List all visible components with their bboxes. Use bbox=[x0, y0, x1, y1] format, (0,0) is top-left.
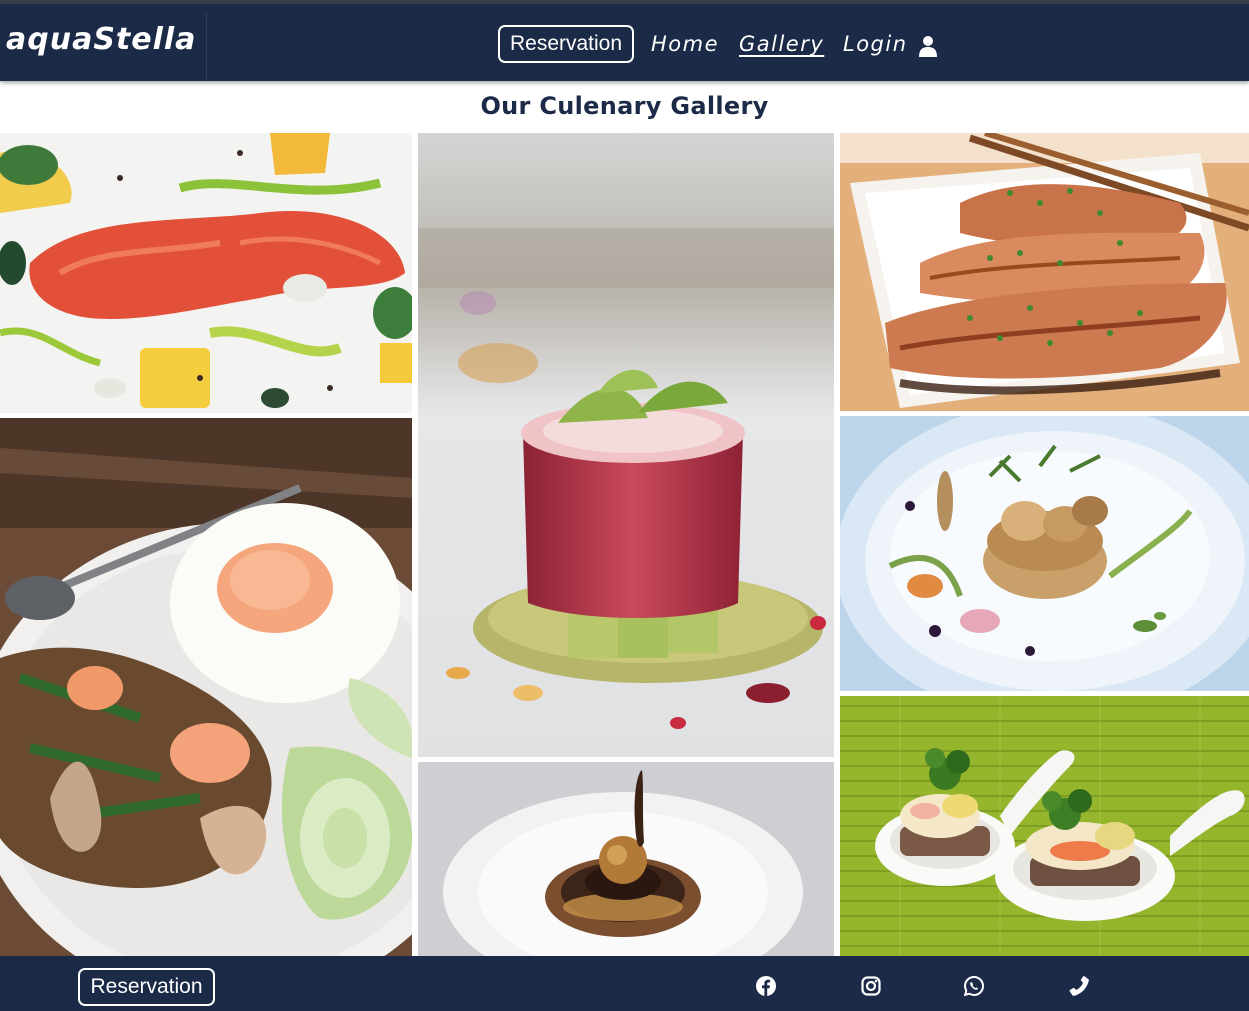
gallery-image-chocolate-dessert[interactable] bbox=[418, 762, 834, 956]
tuna-tower-image bbox=[418, 133, 834, 757]
gallery-image-scallop-plate[interactable] bbox=[840, 416, 1249, 691]
egg-shrimp-plate-image bbox=[0, 418, 412, 956]
footer-reservation-button[interactable]: Reservation bbox=[78, 968, 215, 1006]
nav-login-link[interactable]: Login bbox=[843, 32, 908, 56]
gallery-image-salmon-sashimi[interactable] bbox=[0, 133, 412, 413]
page-title: Our Culenary Gallery bbox=[480, 92, 769, 120]
facebook-icon[interactable] bbox=[755, 975, 777, 997]
gallery-image-tuna-tower[interactable] bbox=[418, 133, 834, 757]
footer-bar: Reservation bbox=[0, 956, 1249, 1011]
spoon-canapes-image bbox=[840, 696, 1249, 956]
nav-reservation-button[interactable]: Reservation bbox=[498, 25, 634, 63]
instagram-icon[interactable] bbox=[860, 975, 882, 997]
phone-icon[interactable] bbox=[1068, 975, 1090, 997]
whatsapp-icon[interactable] bbox=[963, 975, 985, 997]
top-navbar: aquaStella Reservation Home Gallery Logi… bbox=[0, 4, 1249, 81]
gallery-image-spoon-canapes[interactable] bbox=[840, 696, 1249, 956]
scallop-plate-image bbox=[840, 416, 1249, 691]
logo-divider bbox=[206, 12, 207, 81]
user-icon[interactable] bbox=[918, 35, 938, 57]
gallery-image-egg-shrimp-plate[interactable] bbox=[0, 418, 412, 956]
salmon-sashimi-image bbox=[0, 133, 412, 413]
chocolate-dessert-image bbox=[418, 762, 834, 956]
gallery-image-grilled-salmon[interactable] bbox=[840, 133, 1249, 411]
brand-logo[interactable]: aquaStella bbox=[6, 22, 196, 57]
nav-gallery-link[interactable]: Gallery bbox=[739, 32, 824, 56]
grilled-salmon-image bbox=[840, 133, 1249, 411]
nav-home-link[interactable]: Home bbox=[651, 32, 719, 56]
